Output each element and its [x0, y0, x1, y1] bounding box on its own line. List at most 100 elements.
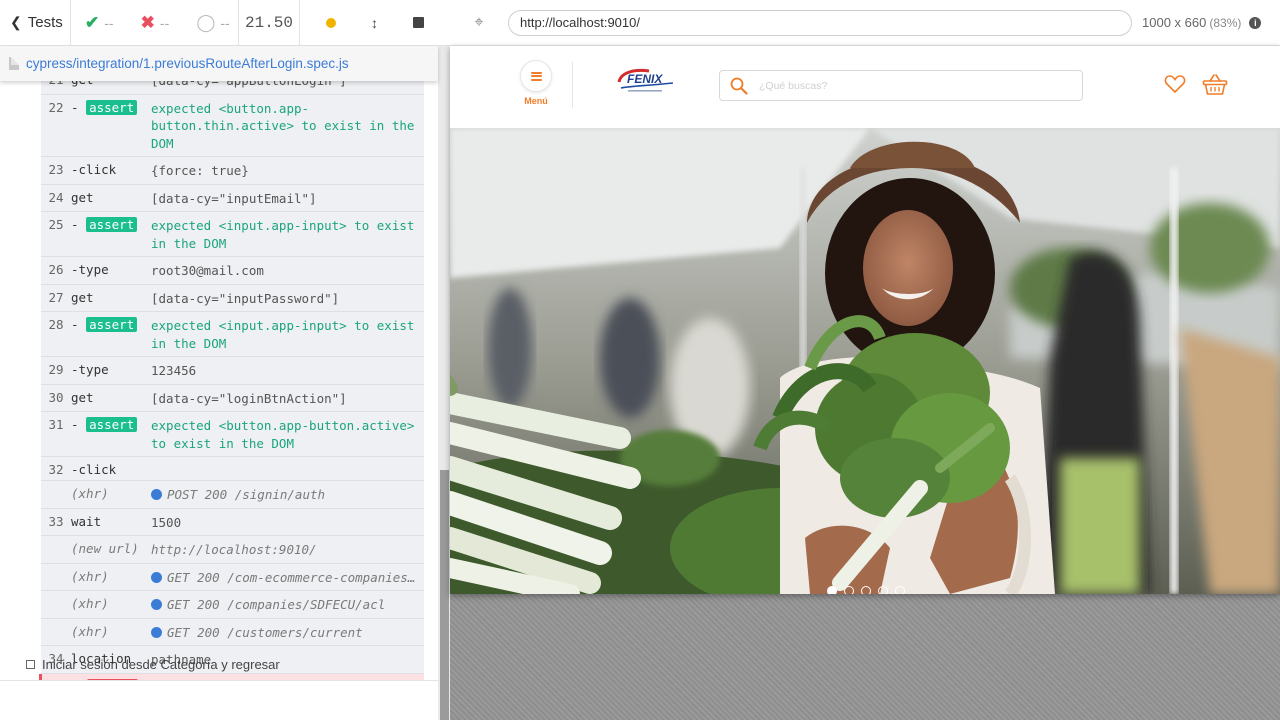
- command-message: 1500: [151, 509, 424, 536]
- command-row[interactable]: 28 - assert expected <input.app-input> to …: [41, 312, 424, 357]
- command-row[interactable]: 33 wait 1500: [41, 509, 424, 536]
- command-message: [data-cy="appButtonLogin"]: [151, 81, 424, 94]
- command-number: 24: [48, 189, 64, 205]
- stop-icon[interactable]: [413, 17, 425, 28]
- command-row[interactable]: 23 -click {force: true}: [41, 157, 424, 185]
- command-message: expected <input.app-input> to exist in t…: [151, 312, 424, 356]
- command-message-text: root30@mail.com: [151, 263, 264, 278]
- reporter-panel: ❮ Tests ✔ -- ✖ -- ◯ -- 21.50 ↕ cypress/i…: [0, 0, 450, 720]
- command-name: get: [71, 289, 94, 305]
- app-under-test: Menú FENIX ¿Qué buscas?: [450, 46, 1280, 594]
- hamburger-icon: [530, 71, 542, 81]
- pending-count: --: [220, 14, 230, 31]
- command-name: -type: [71, 262, 109, 277]
- command-number: [41, 481, 71, 486]
- command-row[interactable]: (xhr) GET 200 /companies/SDFECU/acl: [41, 591, 424, 619]
- command-number: [41, 564, 71, 569]
- command-number: [41, 591, 71, 596]
- test-item[interactable]: Iniciar sesión desde Categoría y regresa…: [26, 657, 280, 672]
- reporter-scrollbar-thumb[interactable]: [440, 470, 449, 720]
- xhr-status-dot-icon: [151, 626, 162, 638]
- command-row[interactable]: (xhr) GET 200 /customers/current: [41, 619, 424, 646]
- command-message: http://localhost:9010/: [151, 536, 424, 563]
- command-message: [data-cy="inputPassword"]: [151, 285, 424, 312]
- aut-header: ⌖ 1000 x 660(83%) i: [450, 0, 1280, 46]
- reporter-header: ❮ Tests ✔ -- ✖ -- ◯ -- 21.50 ↕: [0, 0, 450, 46]
- viewport-info: 1000 x 660 (83%): [1142, 15, 1241, 30]
- command-name: (xhr): [71, 596, 109, 611]
- tests-button[interactable]: ❮ Tests: [0, 0, 71, 46]
- carousel-dot[interactable]: [861, 586, 871, 594]
- command-number: 28: [48, 317, 64, 332]
- command-row[interactable]: 21get[data-cy="appButtonLogin"]: [41, 81, 424, 95]
- command-row[interactable]: 24 get [data-cy="inputEmail"]: [41, 185, 424, 212]
- assert-badge: assert: [86, 417, 138, 432]
- command-row[interactable]: (xhr) GET 200 /com-ecommerce-companies/f.…: [41, 564, 424, 591]
- command-number: 26: [48, 262, 64, 277]
- command-row[interactable]: 30 get [data-cy="loginBtnAction"]: [41, 385, 424, 412]
- command-name: get: [71, 189, 94, 205]
- command-message: POST 200 /signin/auth: [151, 481, 424, 508]
- command-number: [41, 619, 71, 624]
- command-row[interactable]: (new url) http://localhost:9010/: [41, 536, 424, 564]
- heart-icon[interactable]: [1164, 74, 1186, 94]
- auto-scroll-arrows-icon[interactable]: ↕: [371, 15, 378, 31]
- pending-circle-icon: ◯: [196, 12, 216, 32]
- command-row[interactable]: 26 -type root30@mail.com: [41, 257, 424, 285]
- url-field[interactable]: [508, 9, 1132, 36]
- command-message: GET 200 /com-ecommerce-companies/f...: [151, 564, 424, 591]
- command-row[interactable]: 22 - assert expected <button.app-button.th…: [41, 95, 424, 157]
- command-message: root30@mail.com: [151, 257, 424, 284]
- command-message-text: expected <button.app-button.thin.active>…: [151, 100, 415, 151]
- command-row[interactable]: 27 get [data-cy="inputPassword"]: [41, 285, 424, 312]
- command-message-text: [data-cy="appButtonLogin"]: [151, 81, 347, 88]
- command-name: -type: [71, 362, 109, 377]
- command-row[interactable]: 29 -type 123456: [41, 357, 424, 385]
- command-message-text: http://localhost:9010/: [151, 542, 317, 557]
- command-message: expected <button.app-button.active> to e…: [151, 412, 424, 456]
- search-placeholder: ¿Qué buscas?: [759, 79, 828, 92]
- command-message-text: [data-cy="inputPassword"]: [151, 290, 340, 306]
- carousel-dot[interactable]: [878, 586, 888, 594]
- command-row[interactable]: 31 - assert expected <button.app-button.ac…: [41, 412, 424, 457]
- fenix-logo[interactable]: FENIX: [615, 66, 677, 96]
- command-message-text: GET 200 /com-ecommerce-companies/f...: [167, 569, 424, 585]
- info-icon[interactable]: i: [1249, 16, 1262, 29]
- stats-group: ✔ -- ✖ -- ◯ --: [71, 0, 239, 46]
- carousel-dot[interactable]: [895, 586, 905, 594]
- xhr-status-dot-icon: [151, 599, 162, 610]
- test-state-square-icon: [26, 660, 35, 669]
- viewport-size: 1000 x 660: [1142, 15, 1207, 30]
- command-name: (xhr): [71, 486, 109, 501]
- command-message: [data-cy="inputEmail"]: [151, 185, 424, 212]
- command-row[interactable]: 32 -click: [41, 457, 424, 481]
- passed-stat: ✔ --: [71, 13, 127, 33]
- command-name: get: [71, 389, 94, 405]
- command-message-text: {force: true}: [151, 163, 249, 178]
- menu-label: Menú: [524, 96, 548, 106]
- command-name: - assert: [71, 212, 151, 232]
- command-number: 30: [48, 389, 64, 405]
- command-name: (new url): [71, 541, 139, 556]
- menu-button[interactable]: [520, 60, 552, 92]
- selector-playground-crosshair-icon[interactable]: ⌖: [450, 14, 508, 32]
- spec-file-link[interactable]: cypress/integration/1.previousRouteAfter…: [26, 56, 349, 71]
- check-icon: ✔: [85, 12, 100, 32]
- command-row[interactable]: (xhr) POST 200 /signin/auth: [41, 481, 424, 509]
- test-title: Iniciar sesión desde Categoría y regresa…: [42, 657, 280, 672]
- hero-carousel[interactable]: [450, 128, 1280, 594]
- carousel-dot[interactable]: [827, 586, 837, 594]
- command-number: 33: [48, 513, 64, 529]
- command-name: (xhr): [71, 568, 109, 584]
- header-divider: [572, 62, 573, 108]
- basket-icon[interactable]: [1202, 72, 1228, 96]
- command-name: -click: [71, 162, 117, 177]
- carousel-dot[interactable]: [844, 586, 854, 594]
- command-number: 21: [41, 81, 71, 87]
- command-list: 21get[data-cy="appButtonLogin"]22- asser…: [39, 81, 424, 681]
- product-search-box[interactable]: ¿Qué buscas?: [719, 70, 1083, 101]
- command-number: 22: [48, 99, 64, 115]
- command-name: get: [71, 81, 151, 87]
- command-row[interactable]: 25 - assert expected <input.app-input> to …: [41, 212, 424, 257]
- chevron-left-icon: ❮: [10, 14, 22, 30]
